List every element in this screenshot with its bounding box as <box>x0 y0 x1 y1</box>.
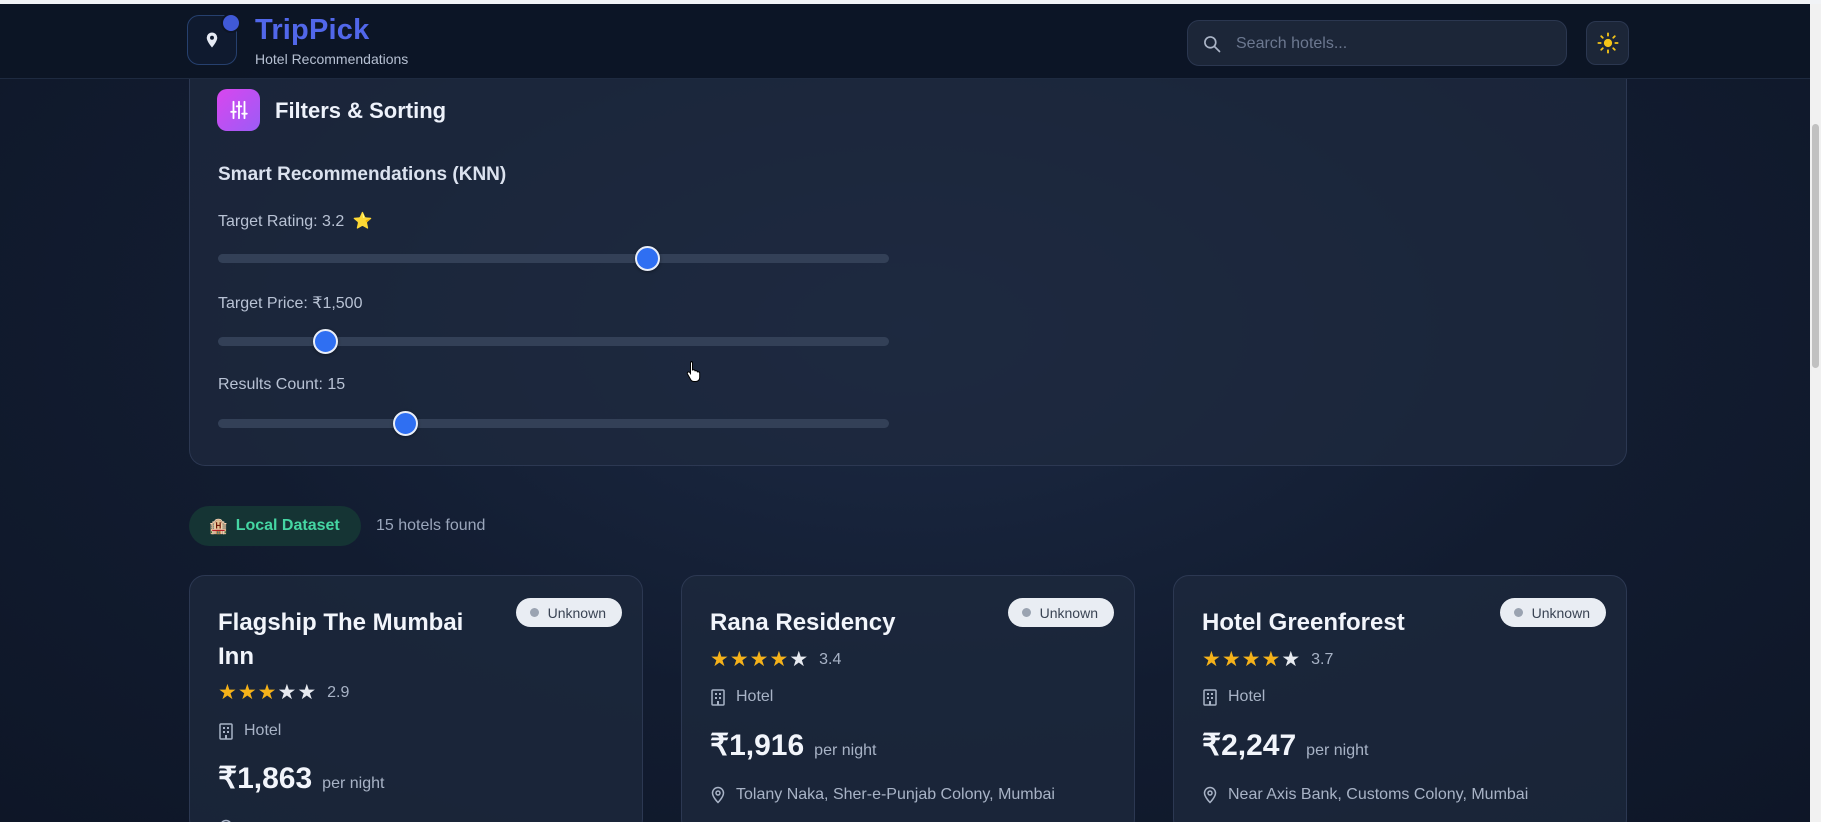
price-row: ₹2,247 per night <box>1202 728 1368 763</box>
star-icon: ★ <box>1241 648 1261 671</box>
hotel-name: Hotel Greenforest <box>1202 609 1405 636</box>
price: ₹2,247 <box>1202 729 1297 762</box>
hotel-name: Rana Residency <box>710 609 896 636</box>
filters-panel <box>189 79 1627 466</box>
filters-title: Filters & Sorting <box>275 98 447 123</box>
status-dot <box>1513 608 1523 617</box>
location-pin-icon <box>711 786 725 804</box>
target-price-slider-thumb[interactable] <box>312 329 338 354</box>
search-input[interactable] <box>1236 29 1546 59</box>
star-emoji-icon: ⭐ <box>352 213 373 230</box>
building-icon <box>1203 688 1217 706</box>
star-icon: ★ <box>277 681 297 704</box>
star-icon: ★ <box>218 681 237 704</box>
theme-toggle-button[interactable] <box>1586 21 1629 65</box>
star-icon: ★ <box>729 648 749 671</box>
location: Near Axis Bank, Customs Colony, Mumbai <box>1202 786 1528 804</box>
hotels-found-count: 15 hotels found <box>376 517 486 534</box>
dataset-badge: 🏨 Local Dataset <box>189 506 361 546</box>
status-text: Unknown <box>1039 604 1098 621</box>
rating-value: 3.4 <box>819 651 842 668</box>
location-text: Tolany Naka, Sher-e-Punjab Colony, Mumba… <box>736 786 1055 803</box>
star-icon: ★ <box>769 648 789 671</box>
app-title: TripPick <box>255 14 370 46</box>
price-row: ₹1,863 per night <box>218 761 384 796</box>
star-icon: ★ <box>1261 648 1281 671</box>
hotel-card[interactable]: Hotel Greenforest Unknown ★ ★ ★ ★ ★ 3.7 … <box>1173 575 1627 822</box>
property-type-text: Hotel <box>736 688 774 705</box>
location-text: Near Axis Bank, Customs Colony, Mumbai <box>1228 786 1529 803</box>
price: ₹1,863 <box>218 762 313 795</box>
star-rating: ★ ★ ★ ★ ★ 3.4 <box>710 649 841 671</box>
star-rating: ★ ★ ★ ★ ★ 3.7 <box>1202 649 1333 671</box>
building-icon <box>219 722 233 740</box>
status-text: Unknown <box>547 604 606 621</box>
results-count-label: Results Count: 15 <box>218 376 346 393</box>
hotel-card[interactable]: Flagship The Mumbai Inn Unknown ★ ★ ★ ★ … <box>189 575 643 822</box>
price-row: ₹1,916 per night <box>710 728 876 763</box>
per-night-label: per night <box>814 742 877 759</box>
status-text: Unknown <box>1531 604 1590 621</box>
per-night-label: per night <box>322 775 385 792</box>
sun-icon <box>1596 32 1619 54</box>
hotel-emoji-icon: 🏨 <box>209 518 228 535</box>
smart-recommendations-title: Smart Recommendations (KNN) <box>218 164 507 185</box>
logo-badge-dot <box>221 13 241 33</box>
search-icon <box>1204 36 1221 53</box>
star-icon: ★ <box>749 648 769 671</box>
location-pin-icon <box>1203 786 1217 804</box>
target-price-label: Target Price: ₹1,500 <box>218 295 363 312</box>
status-dot <box>529 608 539 617</box>
status-dot <box>1021 608 1031 617</box>
rating-value: 2.9 <box>327 684 350 701</box>
target-rating-label: Target Rating: 3.2 ⭐ <box>218 211 373 231</box>
target-rating-label-text: Target Rating: 3.2 <box>218 213 345 230</box>
map-pin-icon <box>206 32 218 48</box>
property-type-text: Hotel <box>244 722 282 739</box>
status-badge: Unknown <box>515 598 622 627</box>
sliders-icon <box>217 89 260 131</box>
star-icon: ★ <box>789 648 809 671</box>
target-rating-slider-track[interactable] <box>218 254 889 263</box>
star-icon: ★ <box>1202 648 1221 671</box>
results-count-slider-track[interactable] <box>218 419 889 428</box>
property-type: Hotel <box>1202 688 1265 706</box>
price: ₹1,916 <box>710 729 805 762</box>
star-icon: ★ <box>297 681 317 704</box>
star-icon: ★ <box>1281 648 1301 671</box>
star-icon: ★ <box>710 648 729 671</box>
app-header: TripPick Hotel Recommendations <box>0 4 1810 79</box>
target-rating-slider-thumb[interactable] <box>634 246 660 271</box>
hotel-card[interactable]: Rana Residency Unknown ★ ★ ★ ★ ★ 3.4 Hot… <box>681 575 1135 822</box>
status-badge: Unknown <box>1499 598 1606 627</box>
search-box <box>1187 20 1567 66</box>
property-type-text: Hotel <box>1228 688 1266 705</box>
hand-pointer-cursor-icon <box>686 361 701 382</box>
star-icon: ★ <box>237 681 257 704</box>
star-icon: ★ <box>1221 648 1241 671</box>
scrollbar-thumb[interactable] <box>1812 124 1819 368</box>
rating-value: 3.7 <box>1311 651 1334 668</box>
status-badge: Unknown <box>1007 598 1114 627</box>
per-night-label: per night <box>1306 742 1369 759</box>
property-type: Hotel <box>710 688 773 706</box>
building-icon <box>711 688 725 706</box>
star-rating: ★ ★ ★ ★ ★ 2.9 <box>218 682 349 704</box>
hotel-name: Flagship The Mumbai Inn <box>218 609 464 670</box>
property-type: Hotel <box>218 722 281 740</box>
star-icon: ★ <box>257 681 277 704</box>
location: Tolany Naka, Sher-e-Punjab Colony, Mumba… <box>710 786 1055 804</box>
app-subtitle: Hotel Recommendations <box>255 51 409 67</box>
dataset-label: Local Dataset <box>235 517 340 534</box>
